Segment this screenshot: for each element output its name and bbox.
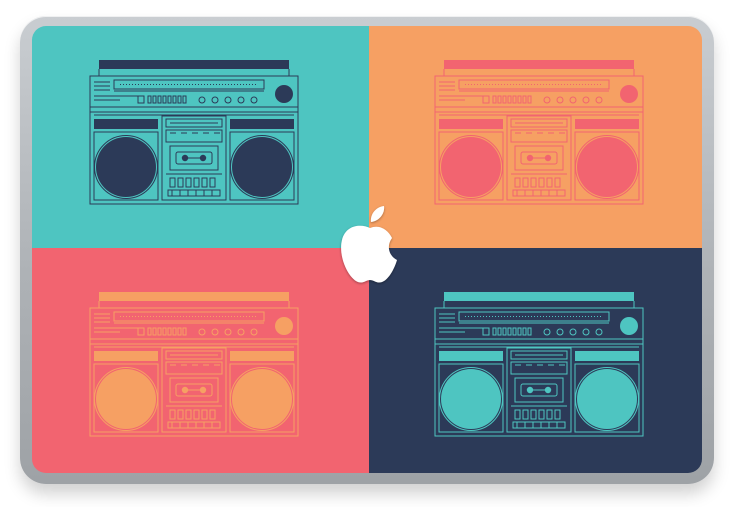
panel-background bbox=[369, 26, 702, 248]
panel-top-right bbox=[369, 26, 702, 248]
cassette-reel bbox=[181, 386, 189, 394]
cassette-reel bbox=[199, 386, 207, 394]
cassette-reel bbox=[526, 386, 534, 394]
apple-logo-icon bbox=[334, 200, 406, 290]
volume-knob bbox=[275, 85, 293, 103]
right-speaker bbox=[232, 369, 292, 429]
left-speaker bbox=[441, 369, 501, 429]
cassette-reel bbox=[181, 154, 189, 162]
right-speaker bbox=[577, 369, 637, 429]
cassette-reel bbox=[199, 154, 207, 162]
handle-bar bbox=[99, 60, 289, 69]
handle-bar bbox=[444, 292, 634, 301]
left-speaker bbox=[96, 137, 156, 197]
cassette-reel bbox=[544, 154, 552, 162]
right-speaker bbox=[232, 137, 292, 197]
panel-top-left bbox=[32, 26, 369, 248]
volume-knob bbox=[620, 317, 638, 335]
volume-knob bbox=[620, 85, 638, 103]
left-speaker bbox=[96, 369, 156, 429]
right-speaker bbox=[577, 137, 637, 197]
panel-background bbox=[32, 26, 369, 248]
laptop-skin-mockup bbox=[0, 0, 735, 507]
left-speaker bbox=[441, 137, 501, 197]
panel-background bbox=[369, 248, 702, 473]
handle-bar bbox=[444, 60, 634, 69]
handle-bar bbox=[99, 292, 289, 301]
cassette-reel bbox=[526, 154, 534, 162]
panel-background bbox=[32, 248, 369, 473]
panel-bottom-right bbox=[369, 248, 702, 473]
cassette-reel bbox=[544, 386, 552, 394]
panel-bottom-left bbox=[32, 248, 369, 473]
volume-knob bbox=[275, 317, 293, 335]
